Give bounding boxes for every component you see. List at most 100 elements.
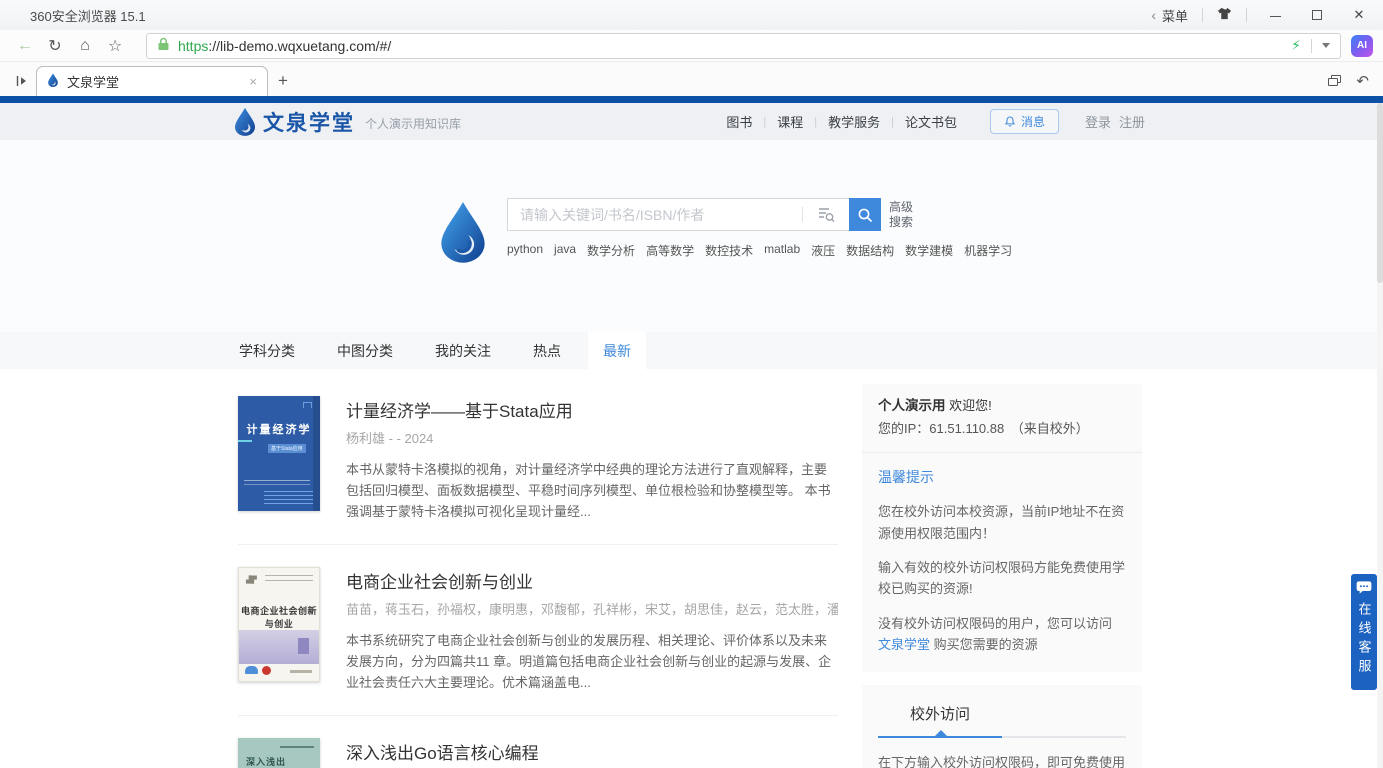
nav-item-teaching-services[interactable]: 教学服务 [817,112,891,131]
minimize-button[interactable] [1261,8,1289,23]
book-cover[interactable]: 计量经济学 基于Stata应用 [238,396,320,511]
ip-note: （来自校外） [1017,421,1089,436]
theme-skin-icon[interactable] [1217,7,1232,23]
divider [1311,39,1312,53]
book-meta: 苗苗，蒋玉石，孙福权，康明惠，邓馥郁，孔祥彬，宋艾，胡思佳，赵云，范太胜，潘津，… [346,599,838,618]
bell-icon [1004,115,1016,128]
hero-drop-logo-icon [437,200,489,268]
tab-pointer-icon [935,730,947,736]
list-item: 计量经济学 基于Stata应用 计量经济学——基于Stata应用 杨利雄 - -… [238,396,838,545]
advanced-search-link[interactable]: 高级 搜索 [889,200,913,230]
book-cover[interactable]: 深入浅出 Go语言核心编程 [238,738,320,768]
online-service-label: 在线客服 [1355,602,1374,678]
nav-item-paper-bag[interactable]: 论文书包 [894,112,968,131]
access-description: 在下方输入校外访问权限码，即可免费使用学校已购买的资源。 [878,752,1126,768]
tab-close-icon[interactable]: × [249,74,257,89]
book-title-link[interactable]: 电商企业社会创新与创业 [346,568,838,593]
list-item: 深入浅出 Go语言核心编程 深入浅出Go语言核心编程 张朝明、李奕锋、甘海彬 -… [238,738,838,768]
divider [1202,8,1203,22]
messages-button[interactable]: 消息 [990,109,1059,134]
wqxuetang-link[interactable]: 文泉学堂 [878,637,930,652]
divider [802,207,803,222]
window-title: 360安全浏览器 15.1 [30,6,146,25]
tab-my-follows[interactable]: 我的关注 [420,332,506,369]
tab-favicon-drop-icon [47,73,59,90]
hot-keyword[interactable]: 数据结构 [846,242,894,259]
active-tab-accent-strip [0,96,1383,103]
book-cover[interactable]: ▟▛ 电商企业社会创新与创业 [238,567,320,682]
nav-item-courses[interactable]: 课程 [766,112,814,131]
site-logo[interactable]: 文泉学堂 [233,107,355,137]
tip-text: 您在校外访问本校资源，当前IP地址不在资源使用权限范围内！ [878,501,1126,544]
register-link[interactable]: 注册 [1119,112,1145,131]
undo-closed-tab-icon[interactable]: ↶ [1356,72,1369,90]
hot-keyword[interactable]: java [554,242,576,259]
tab-hot[interactable]: 热点 [518,332,576,369]
menu-label: 菜单 [1162,6,1188,25]
messages-label: 消息 [1021,113,1045,130]
site-header: 文泉学堂 个人演示用知识库 图书 | 课程 | 教学服务 | 论文书包 消息 登… [0,103,1383,140]
site-nav: 图书 | 课程 | 教学服务 | 论文书包 [715,112,968,131]
ai-assistant-button[interactable]: AI [1351,35,1373,57]
hot-keyword[interactable]: 数学分析 [587,242,635,259]
hot-keyword[interactable]: matlab [764,242,800,259]
search-icon [857,207,873,223]
tab-latest[interactable]: 最新 [588,332,646,369]
batch-search-icon[interactable] [818,206,835,227]
search-button[interactable] [849,198,881,231]
cover-title: 深入浅出 [246,755,320,768]
account-notice-box: 个人演示用 欢迎您! 您的IP：61.51.110.88 （来自校外） 温馨提示… [862,384,1142,672]
browser-toolbar: ← ↻ ⌂ ☆ https://lib-demo.wqxuetang.com/#… [0,30,1383,62]
browser-tab-wqxuetang[interactable]: 文泉学堂 × [36,66,268,96]
hot-keyword[interactable]: python [507,242,543,259]
close-button[interactable]: ✕ [1345,7,1373,23]
book-description: 本书系统研究了电商企业社会创新与创业的发展历程、相关理论、评价体系以及未来发展方… [346,630,838,693]
hot-keyword[interactable]: 高等数学 [646,242,694,259]
hot-keyword[interactable]: 液压 [811,242,835,259]
tab-underline [878,736,1126,738]
browser-tabbar: 文泉学堂 × + ↶ [0,62,1383,96]
address-bar[interactable]: https://lib-demo.wqxuetang.com/#/ ⚡ [146,33,1341,59]
back-button[interactable]: ← [10,37,40,55]
book-title-link[interactable]: 深入浅出Go语言核心编程 [346,739,838,764]
online-service-widget[interactable]: 在线客服 [1351,574,1377,690]
scrollbar-thumb[interactable] [1377,103,1383,283]
restore-tabs-icon[interactable] [1328,75,1342,87]
new-tab-button[interactable]: + [268,66,298,96]
refresh-button[interactable]: ↻ [40,36,70,56]
book-description: 本书从蒙特卡洛模拟的视角，对计量经济学中经典的理论方法进行了直观解释，主要包括回… [346,459,838,522]
cover-subtitle: 基于Stata应用 [268,444,306,453]
hot-keyword[interactable]: 机器学习 [964,242,1012,259]
book-title-link[interactable]: 计量经济学——基于Stata应用 [346,397,838,422]
search-hero-section: 高级 搜索 python java 数学分析 高等数学 数控技术 matlab … [0,140,1383,332]
maximize-button[interactable] [1303,8,1331,23]
bookmark-star-button[interactable]: ☆ [100,36,130,56]
welcome-line: 个人演示用 欢迎您! [878,395,1126,418]
ip-value: 61.51.110.88 [929,421,1004,436]
page-viewport: 文泉学堂 个人演示用知识库 图书 | 课程 | 教学服务 | 论文书包 消息 登… [0,103,1383,768]
page-scrollbar[interactable] [1377,103,1383,768]
tab-clc-category[interactable]: 中图分类 [322,332,408,369]
off-campus-access-box: 校外访问 在下方输入校外访问权限码，即可免费使用学校已购买的资源。 进入 [862,685,1142,768]
chevron-down-icon[interactable] [1322,43,1330,48]
ssl-lock-icon [157,37,170,54]
search-input[interactable] [507,198,849,231]
hot-keyword[interactable]: 数控技术 [705,242,753,259]
hot-keyword[interactable]: 数学建模 [905,242,953,259]
tips-title: 温馨提示 [878,466,1126,489]
tip-text: 输入有效的校外访问权限码方能免费使用学校已购买的资源! [878,557,1126,600]
speed-mode-icon[interactable]: ⚡ [1291,37,1301,54]
browser-menu-button[interactable]: ‹ 菜单 [1151,6,1188,25]
login-link[interactable]: 登录 [1085,112,1111,131]
book-meta: 杨利雄 - - 2024 [346,428,838,447]
nav-item-books[interactable]: 图书 [715,112,763,131]
logo-drop-icon [233,107,257,136]
list-item: ▟▛ 电商企业社会创新与创业 电商企业社会创新与创业 苗苗，蒋玉石，孙福权，康明… [238,567,838,716]
minimize-icon [1270,16,1281,17]
home-button[interactable]: ⌂ [70,37,100,55]
tab-list-toggle[interactable] [8,66,36,96]
tip-text: 没有校外访问权限码的用户，您可以访问 文泉学堂 购买您需要的资源 [878,613,1126,656]
tab-subject-category[interactable]: 学科分类 [224,332,310,369]
chat-bubble-icon [1356,581,1372,594]
maximize-icon [1312,10,1322,20]
